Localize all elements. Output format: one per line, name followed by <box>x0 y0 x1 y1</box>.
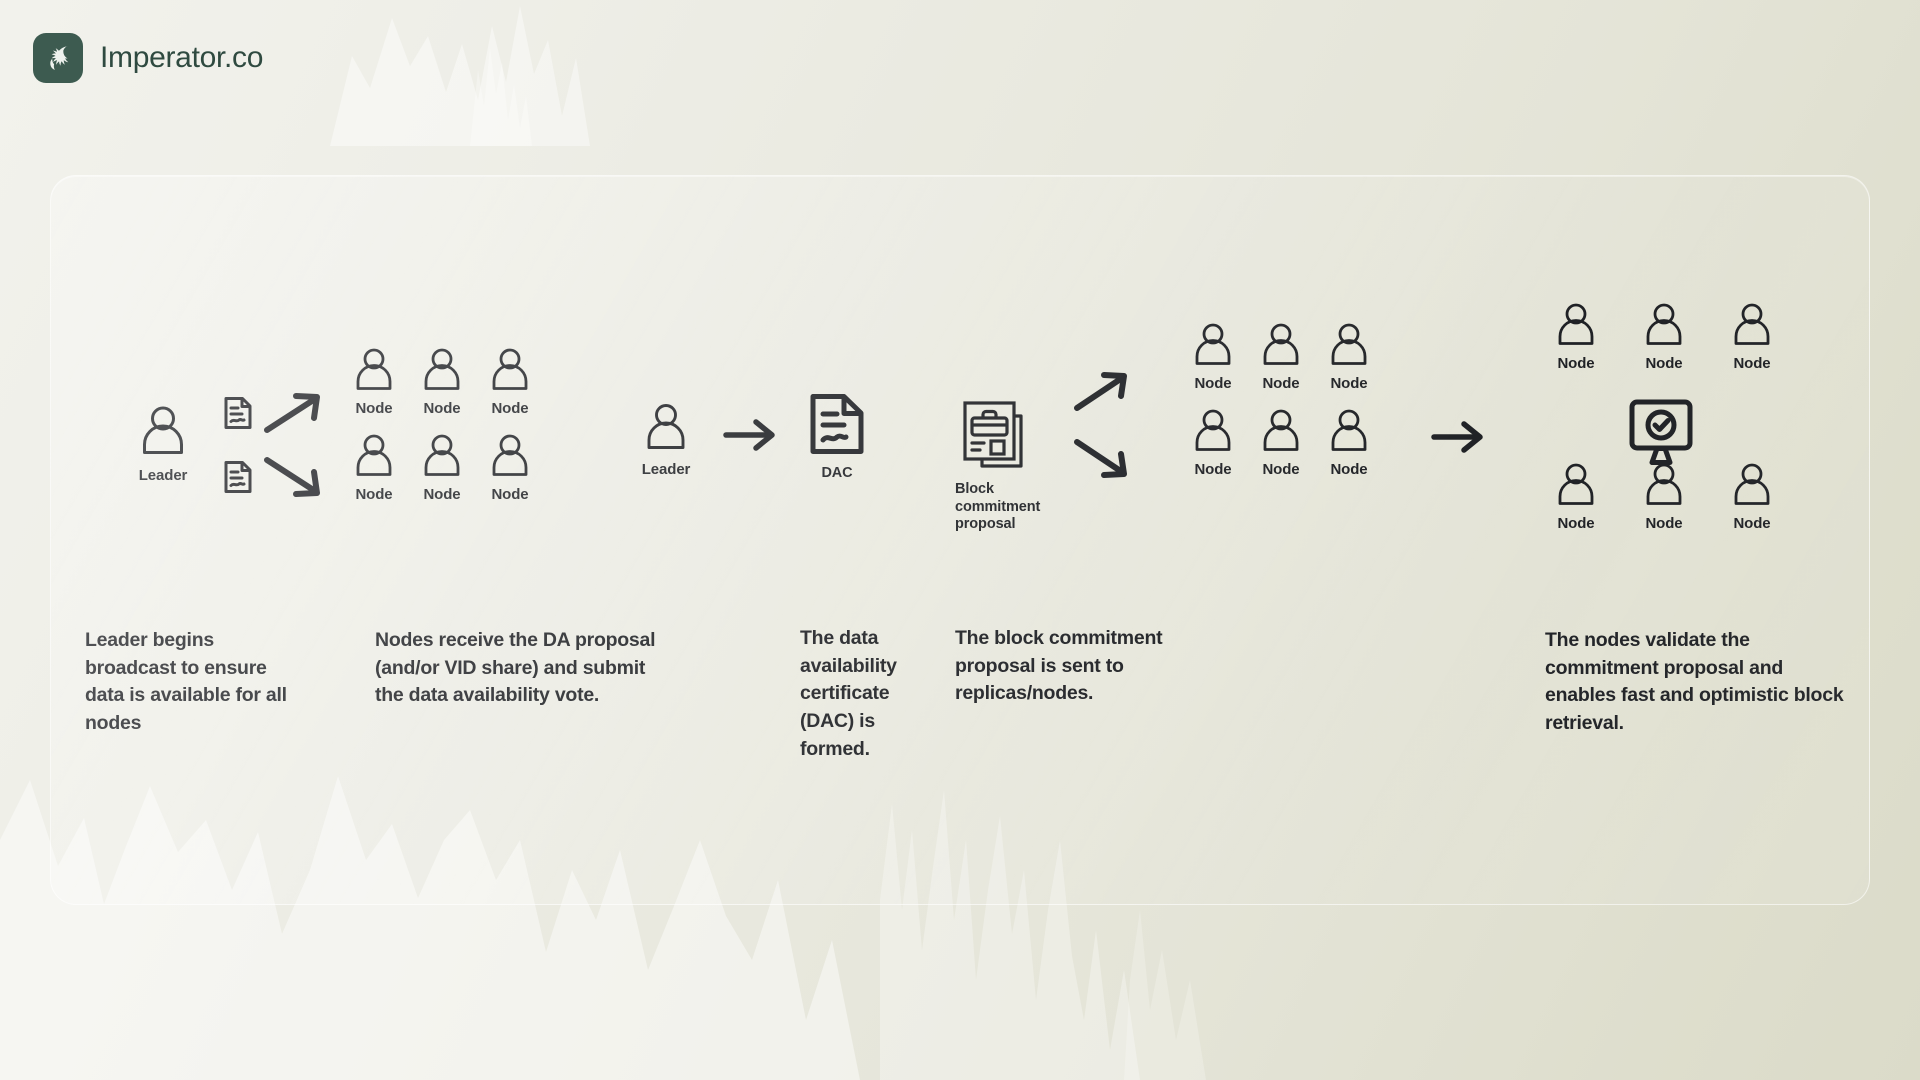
brand-logo <box>33 33 83 83</box>
brand-name: Imperator.co <box>100 41 264 74</box>
spartan-helmet-icon <box>50 46 69 70</box>
diagram-card <box>50 175 1870 905</box>
brand-header: Imperator.co <box>33 33 263 83</box>
